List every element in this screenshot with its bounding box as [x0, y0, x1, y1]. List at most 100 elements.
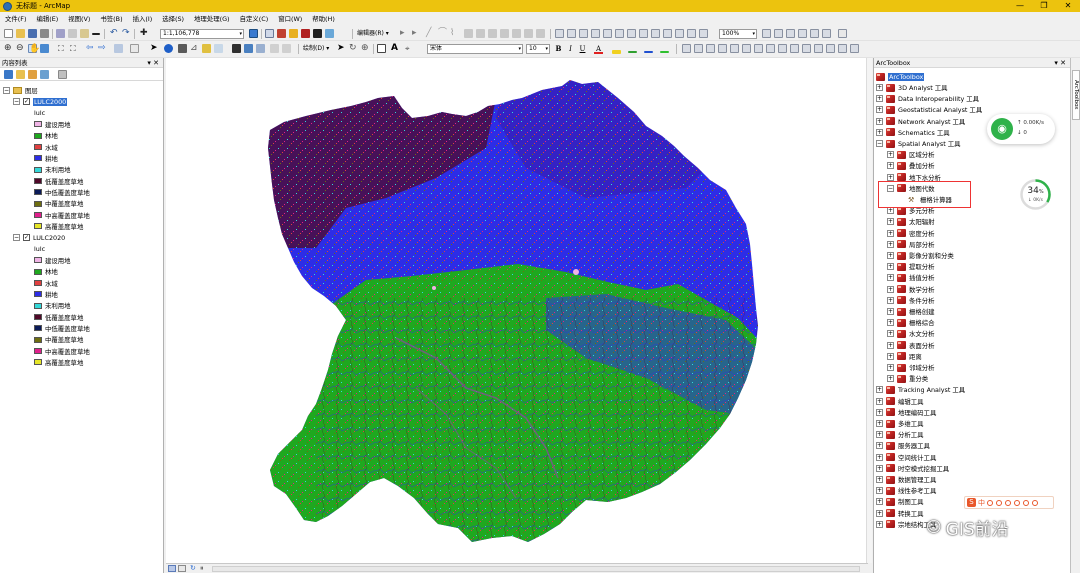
expand-toggle[interactable]: + — [887, 375, 894, 383]
expand-toggle[interactable]: + — [887, 240, 894, 248]
menu-edit[interactable]: 编辑(E) — [31, 12, 63, 27]
map-scale-combo[interactable]: 1:1,106,778 ▾ — [160, 29, 244, 39]
georef-icon-11[interactable] — [802, 44, 811, 53]
time-slider-icon[interactable] — [256, 44, 265, 53]
draw-select-icon[interactable]: ➤ — [337, 44, 346, 53]
find-icon[interactable] — [178, 44, 187, 53]
expand-toggle[interactable]: + — [876, 487, 883, 495]
toolbox-item-26[interactable]: + 重分类 — [887, 373, 928, 384]
expand-toggle[interactable]: + — [887, 207, 894, 215]
expand-toggle[interactable]: + — [887, 319, 894, 327]
layer-0[interactable]: − ✓ LULC2000 — [13, 96, 68, 107]
catalog-icon[interactable] — [277, 29, 286, 38]
trace-icon[interactable]: ⌇ — [450, 29, 459, 38]
editor-toolbar-icon[interactable] — [249, 29, 258, 38]
layers-group[interactable]: − 图层 — [3, 85, 38, 96]
toolbox-item-29[interactable]: + 地理编码工具 — [876, 407, 936, 418]
measure-icon[interactable]: ⊿ — [190, 44, 199, 53]
toolbox-item-16[interactable]: + 提取分析 — [887, 261, 935, 272]
line-color-icon[interactable] — [628, 51, 637, 53]
select-features-icon[interactable] — [114, 44, 123, 53]
expand-toggle[interactable]: + — [887, 162, 894, 170]
endpoint-arc-icon[interactable]: ⌒ — [438, 29, 447, 38]
menu-windows[interactable]: 窗口(W) — [273, 12, 307, 27]
expand-toggle[interactable]: − — [13, 234, 20, 242]
expand-toggle[interactable]: + — [887, 341, 894, 349]
layout-view-button[interactable] — [178, 565, 186, 572]
toolbox-item-35[interactable]: + 数据管理工具 — [876, 474, 936, 485]
draw-menu[interactable]: 绘制(D) ▾ — [303, 44, 329, 54]
edit-vertices-icon[interactable] — [464, 29, 473, 38]
open-folder-icon[interactable] — [16, 29, 25, 38]
georef-icon-5[interactable] — [730, 44, 739, 53]
menu-geoprocessing[interactable]: 地理处理(G) — [189, 12, 235, 27]
edit-annotation-icon[interactable]: ▸ — [412, 29, 421, 38]
expand-toggle[interactable]: + — [876, 464, 883, 472]
arctoolbox-pin-close[interactable]: ▾ ✕ — [1054, 58, 1066, 68]
toolbox-item-14[interactable]: + 局部分析 — [887, 239, 935, 250]
maximize-button[interactable]: ❐ — [1032, 0, 1056, 12]
georef-icon-15[interactable] — [850, 44, 859, 53]
bold-button[interactable]: B — [554, 44, 563, 54]
font-color-button[interactable]: A — [594, 44, 603, 54]
georef-icon-8[interactable] — [766, 44, 775, 53]
lulc-map-canvas[interactable] — [166, 58, 868, 563]
go-forward-icon[interactable]: ⇨ — [98, 44, 107, 53]
toolbox-item-34[interactable]: + 时空模式挖掘工具 — [876, 463, 949, 474]
expand-toggle[interactable]: + — [876, 106, 883, 114]
font-combo[interactable]: 宋体 ▾ — [427, 44, 523, 54]
layer-visibility-checkbox[interactable]: ✓ — [23, 234, 30, 242]
zoom-out-icon[interactable]: ⊖ — [16, 44, 25, 53]
ime-emoji-icon[interactable] — [996, 499, 1002, 506]
sketch-properties-icon[interactable] — [536, 29, 545, 38]
georef-icon-1[interactable] — [682, 44, 691, 53]
tools-extra-icon[interactable] — [282, 44, 291, 53]
underline-button[interactable]: U — [578, 44, 587, 54]
toolbox-item-0[interactable]: +3D Analyst 工具 — [876, 82, 948, 93]
expand-toggle[interactable]: + — [876, 386, 883, 394]
layout-toolbar-icon-19[interactable] — [822, 29, 831, 38]
layout-toolbar-icon-16[interactable] — [786, 29, 795, 38]
cut-icon[interactable] — [56, 29, 65, 38]
layout-toolbar-icon-6[interactable] — [615, 29, 624, 38]
layout-toolbar-icon-10[interactable] — [663, 29, 672, 38]
toolbox-item-6[interactable]: + 区域分析 — [887, 149, 935, 160]
toolbox-item-18[interactable]: + 数学分析 — [887, 284, 935, 295]
edit-tool-icon[interactable]: ▸ — [400, 29, 409, 38]
save-icon[interactable] — [28, 29, 37, 38]
undo-icon[interactable]: ↶ — [110, 29, 119, 38]
georef-icon-9[interactable] — [778, 44, 787, 53]
toolbox-item-20[interactable]: + 栅格创建 — [887, 306, 935, 317]
toolbox-item-19[interactable]: + 条件分析 — [887, 295, 935, 306]
search-window-icon[interactable] — [289, 29, 298, 38]
shadow-color-icon[interactable] — [660, 51, 669, 53]
layout-toolbar-icon-9[interactable] — [651, 29, 660, 38]
expand-toggle[interactable]: + — [887, 330, 894, 338]
expand-toggle[interactable]: + — [887, 218, 894, 226]
zoom-in-icon[interactable]: ⊕ — [4, 44, 13, 53]
edit-vertices-draw-icon[interactable]: ⌖ — [405, 44, 414, 53]
georef-icon-2[interactable] — [694, 44, 703, 53]
network-speed-widget[interactable]: ◉ ↑ 0.00K/s ↓ 0 — [987, 114, 1055, 144]
menu-view[interactable]: 视图(V) — [63, 12, 95, 27]
georef-icon-7[interactable] — [754, 44, 763, 53]
expand-toggle[interactable]: + — [887, 229, 894, 237]
go-back-icon[interactable]: ⇦ — [86, 44, 95, 53]
toolbox-item-1[interactable]: + Data Interoperability 工具 — [876, 93, 979, 104]
python-window-icon[interactable] — [313, 29, 322, 38]
expand-toggle[interactable]: + — [876, 95, 883, 103]
expand-toggle[interactable]: + — [887, 285, 894, 293]
delete-icon[interactable] — [92, 33, 100, 35]
layout-toolbar-icon-17[interactable] — [798, 29, 807, 38]
layout-toolbar-icon-8[interactable] — [639, 29, 648, 38]
layout-toolbar-icon-2[interactable] — [567, 29, 576, 38]
map-horizontal-scrollbar[interactable] — [212, 566, 860, 572]
expand-toggle[interactable]: + — [876, 509, 883, 517]
list-by-selection-icon[interactable] — [40, 70, 49, 79]
toolbox-item-22[interactable]: + 水文分析 — [887, 328, 935, 339]
toolbox-item-13[interactable]: + 密度分析 — [887, 228, 935, 239]
zoom-to-elements-icon[interactable]: ⊕ — [361, 44, 370, 53]
menu-file[interactable]: 文件(F) — [0, 12, 31, 27]
layout-toolbar-icon-7[interactable] — [627, 29, 636, 38]
toc-options-icon[interactable] — [58, 70, 67, 79]
